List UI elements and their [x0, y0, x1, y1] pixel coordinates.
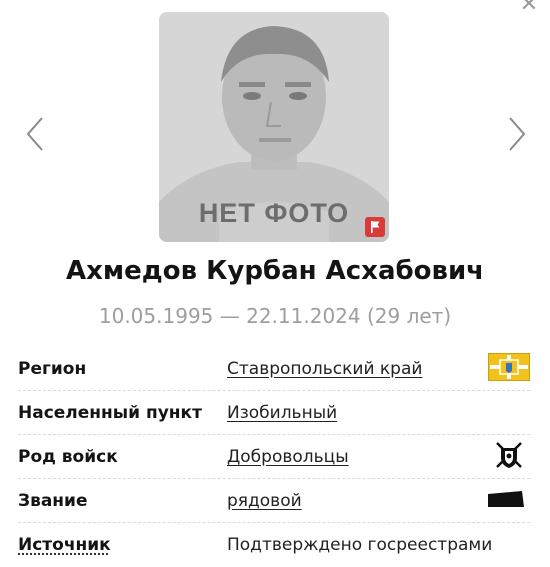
detail-row-locality: Населенный пункт Изобильный: [18, 391, 530, 435]
region-link[interactable]: Ставропольский край: [227, 359, 422, 379]
branch-link[interactable]: Добровольцы: [227, 447, 349, 467]
detail-row-rank: Звание рядовой: [18, 479, 530, 523]
rank-insignia-icon: [488, 490, 524, 511]
details-list: Регион Ставропольский край Населенный пу…: [18, 347, 530, 566]
no-photo-placeholder: НЕТ ФОТО: [159, 12, 389, 242]
person-name: Ахмедов Курбан Асхабович: [65, 256, 485, 286]
volunteers-emblem-icon: [494, 440, 524, 474]
branch-label: Род войск: [18, 446, 118, 467]
report-flag-icon[interactable]: [365, 217, 385, 237]
source-value: Подтверждено госреестрами: [227, 534, 493, 555]
rank-link[interactable]: рядовой: [227, 491, 302, 511]
source-label[interactable]: Источник: [18, 535, 227, 555]
detail-row-source: Источник Подтверждено госреестрами: [18, 523, 530, 566]
next-arrow-icon[interactable]: [500, 116, 530, 152]
locality-link[interactable]: Изобильный: [227, 403, 337, 423]
no-photo-label: НЕТ ФОТО: [198, 198, 350, 228]
life-dates: 10.05.1995 — 22.11.2024 (29 лет): [98, 304, 452, 328]
region-label: Регион: [18, 358, 87, 379]
rank-label: Звание: [18, 490, 88, 511]
detail-row-region: Регион Ставропольский край: [18, 347, 530, 391]
previous-arrow-icon[interactable]: [22, 116, 52, 152]
close-icon[interactable]: ✕: [518, 0, 540, 16]
region-coat-of-arms-icon: [488, 352, 530, 385]
locality-label: Населенный пункт: [18, 402, 202, 423]
detail-row-branch: Род войск Добровольцы: [18, 435, 530, 479]
